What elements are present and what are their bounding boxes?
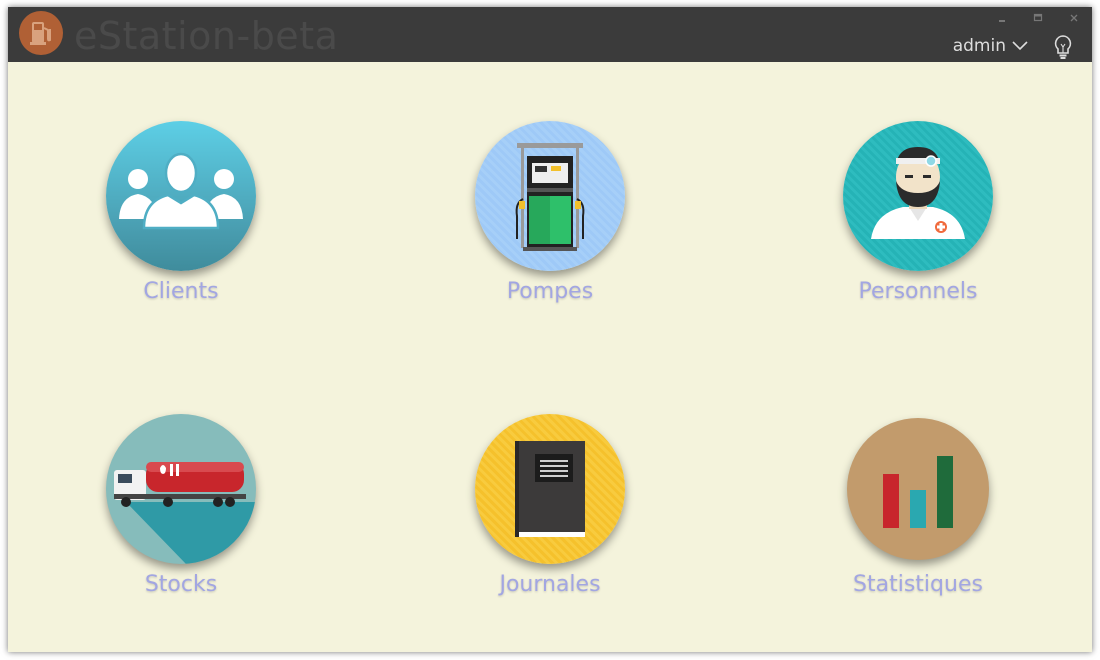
tile-personnels[interactable]: Personnels — [788, 121, 1048, 331]
journal-book-icon — [475, 414, 625, 564]
tanker-truck-icon — [106, 414, 256, 564]
fuel-pump-icon — [19, 11, 63, 55]
tile-clients[interactable]: Clients — [51, 121, 311, 331]
tile-label-stocks: Stocks — [144, 572, 218, 597]
window-controls — [994, 11, 1082, 25]
tile-label-pompes: Pompes — [506, 279, 594, 304]
bar-chart-icon — [847, 418, 989, 560]
title-bar: eStation-beta admin — [8, 7, 1092, 62]
chevron-down-icon — [1012, 36, 1028, 56]
tile-journales[interactable]: Journales — [420, 414, 680, 624]
close-icon[interactable] — [1066, 11, 1082, 25]
user-menu[interactable]: admin — [953, 35, 1028, 57]
tile-label-statistiques: Statistiques — [853, 572, 983, 597]
app-title: eStation-beta — [74, 14, 339, 58]
user-name: admin — [952, 36, 1006, 56]
maximize-icon[interactable] — [1030, 11, 1046, 25]
tile-label-journales: Journales — [499, 572, 601, 597]
lightbulb-icon[interactable] — [1052, 34, 1074, 60]
tile-label-clients: Clients — [143, 279, 219, 304]
app-window: eStation-beta admin Clients Pompes Perso… — [8, 7, 1092, 652]
users-group-icon — [106, 121, 256, 271]
tile-statistiques[interactable]: Statistiques — [788, 414, 1048, 624]
minimize-icon[interactable] — [994, 11, 1010, 25]
tile-pompes[interactable]: Pompes — [420, 121, 680, 331]
gas-pump-icon — [475, 121, 625, 271]
tile-label-personnels: Personnels — [858, 279, 978, 304]
doctor-staff-icon — [843, 121, 993, 271]
tile-stocks[interactable]: Stocks — [51, 414, 311, 624]
